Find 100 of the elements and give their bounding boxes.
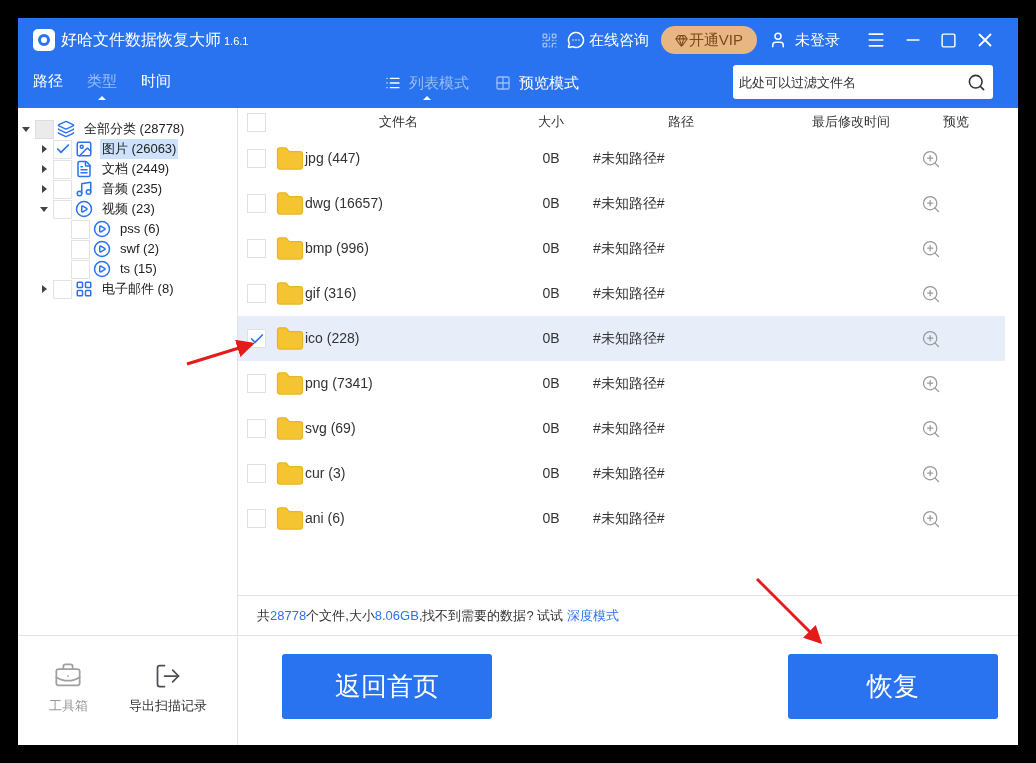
file-name: bmp (996): [305, 239, 370, 258]
action-button[interactable]: 恢复: [788, 654, 998, 719]
file-path: #未知路径#: [592, 329, 666, 348]
expand-caret-icon[interactable]: [40, 185, 48, 193]
row-checkbox[interactable]: [247, 419, 266, 438]
file-name: png (7341): [305, 374, 374, 393]
nav-tab[interactable]: 路径: [33, 69, 63, 101]
expand-caret-icon[interactable]: [40, 205, 48, 213]
summary-text: 共28778个文件,大小8.06GB,找不到需要的数据? 试试 深度模式: [238, 595, 1018, 635]
qr-code-icon[interactable]: [540, 31, 558, 49]
row-checkbox[interactable]: [247, 194, 266, 213]
table-row[interactable]: ico (228) 0B #未知路径#: [238, 316, 1005, 361]
chat-icon: [566, 31, 585, 49]
tree-checkbox[interactable]: [53, 159, 72, 179]
preview-zoom-icon[interactable]: [921, 373, 941, 394]
grid-view-icon: [495, 75, 511, 91]
tree-item[interactable]: ts (15): [118, 259, 159, 279]
row-checkbox[interactable]: [247, 374, 266, 393]
preview-zoom-icon[interactable]: [921, 193, 941, 214]
file-name: ico (228): [305, 329, 361, 348]
file-size: 0B: [541, 284, 561, 303]
layers-icon: [57, 120, 75, 138]
grid-icon: [75, 280, 93, 298]
annotation-arrow: [186, 339, 255, 366]
deep-mode-link[interactable]: 深度模式: [566, 605, 619, 626]
preview-zoom-icon[interactable]: [921, 508, 941, 529]
vip-button[interactable]: 开通VIP: [660, 26, 757, 54]
nav-tab[interactable]: 时间: [141, 69, 171, 101]
list-view-icon: [385, 75, 401, 91]
row-checkbox[interactable]: [247, 329, 266, 348]
maximize-icon[interactable]: [940, 31, 957, 49]
action-button[interactable]: 返回首页: [282, 654, 492, 719]
preview-zoom-icon[interactable]: [921, 238, 941, 259]
app-title: 好哈文件数据恢复大师: [61, 30, 221, 50]
row-checkbox[interactable]: [247, 464, 266, 483]
file-name: dwg (16657): [305, 194, 384, 213]
preview-zoom-icon[interactable]: [921, 328, 941, 349]
file-path: #未知路径#: [592, 149, 666, 168]
expand-caret-icon[interactable]: [40, 165, 48, 173]
tree-checkbox[interactable]: [53, 199, 72, 219]
tool-button[interactable]: 导出扫描记录: [128, 661, 207, 716]
tree-item[interactable]: 文档 (2449): [100, 159, 172, 179]
tree-item[interactable]: 全部分类 (28778): [82, 119, 187, 139]
file-name: cur (3): [305, 464, 347, 483]
tree-item[interactable]: 电子邮件 (8): [100, 279, 176, 299]
image-icon: [75, 140, 93, 158]
tree-checkbox[interactable]: [53, 279, 72, 299]
preview-zoom-icon[interactable]: [921, 463, 941, 484]
column-header: 文件名: [377, 113, 419, 132]
tree-checkbox[interactable]: [53, 139, 72, 159]
tree-item[interactable]: swf (2): [118, 239, 161, 259]
tree-checkbox[interactable]: [53, 179, 72, 199]
column-header: 大小: [537, 113, 565, 132]
tree-item[interactable]: 音频 (235): [100, 179, 164, 199]
tree-item[interactable]: 图片 (26063): [100, 139, 179, 159]
login-button[interactable]: 未登录: [769, 28, 840, 52]
row-checkbox[interactable]: [247, 509, 266, 528]
filter-field[interactable]: 此处可以过滤文件名: [733, 65, 993, 99]
file-path: #未知路径#: [592, 239, 666, 258]
file-path: #未知路径#: [592, 284, 666, 303]
audio-icon: [75, 180, 93, 198]
consult-button[interactable]: 在线咨询: [566, 28, 649, 52]
preview-zoom-icon[interactable]: [921, 418, 941, 439]
search-icon[interactable]: [967, 73, 986, 92]
tree-checkbox[interactable]: [71, 239, 90, 259]
diamond-icon: [674, 33, 688, 47]
file-size: 0B: [541, 464, 561, 483]
file-size: 0B: [541, 149, 561, 168]
tree-item[interactable]: pss (6): [118, 219, 162, 239]
user-icon: [769, 31, 787, 49]
column-header: 预览: [942, 113, 970, 132]
tree-checkbox[interactable]: [71, 219, 90, 239]
expand-caret-icon[interactable]: [40, 285, 48, 293]
row-checkbox[interactable]: [247, 284, 266, 303]
video-icon: [75, 200, 93, 218]
file-size: 0B: [541, 239, 561, 258]
file-path: #未知路径#: [592, 374, 666, 393]
tree-item[interactable]: 视频 (23): [100, 199, 157, 219]
preview-zoom-icon[interactable]: [921, 283, 941, 304]
file-size: 0B: [541, 419, 561, 438]
preview-zoom-icon[interactable]: [921, 148, 941, 169]
row-checkbox[interactable]: [247, 239, 266, 258]
row-checkbox[interactable]: [247, 149, 266, 168]
app-version: 1.6.1: [224, 33, 249, 49]
tree-checkbox[interactable]: [35, 119, 54, 139]
file-path: #未知路径#: [592, 419, 666, 438]
app-logo-icon: [33, 29, 55, 51]
file-name: gif (316): [305, 284, 358, 303]
file-path: #未知路径#: [592, 194, 666, 213]
video-icon: [93, 240, 111, 258]
expand-caret-icon[interactable]: [22, 125, 30, 133]
video-icon: [93, 220, 111, 238]
file-size: 0B: [541, 374, 561, 393]
select-all-checkbox[interactable]: [247, 112, 266, 132]
expand-caret-icon[interactable]: [40, 145, 48, 153]
file-size: 0B: [541, 509, 561, 528]
tree-checkbox[interactable]: [71, 259, 90, 279]
view-mode-tab[interactable]: 预览模式: [495, 69, 579, 101]
file-name: ani (6): [305, 509, 346, 528]
menu-icon[interactable]: [866, 30, 886, 50]
